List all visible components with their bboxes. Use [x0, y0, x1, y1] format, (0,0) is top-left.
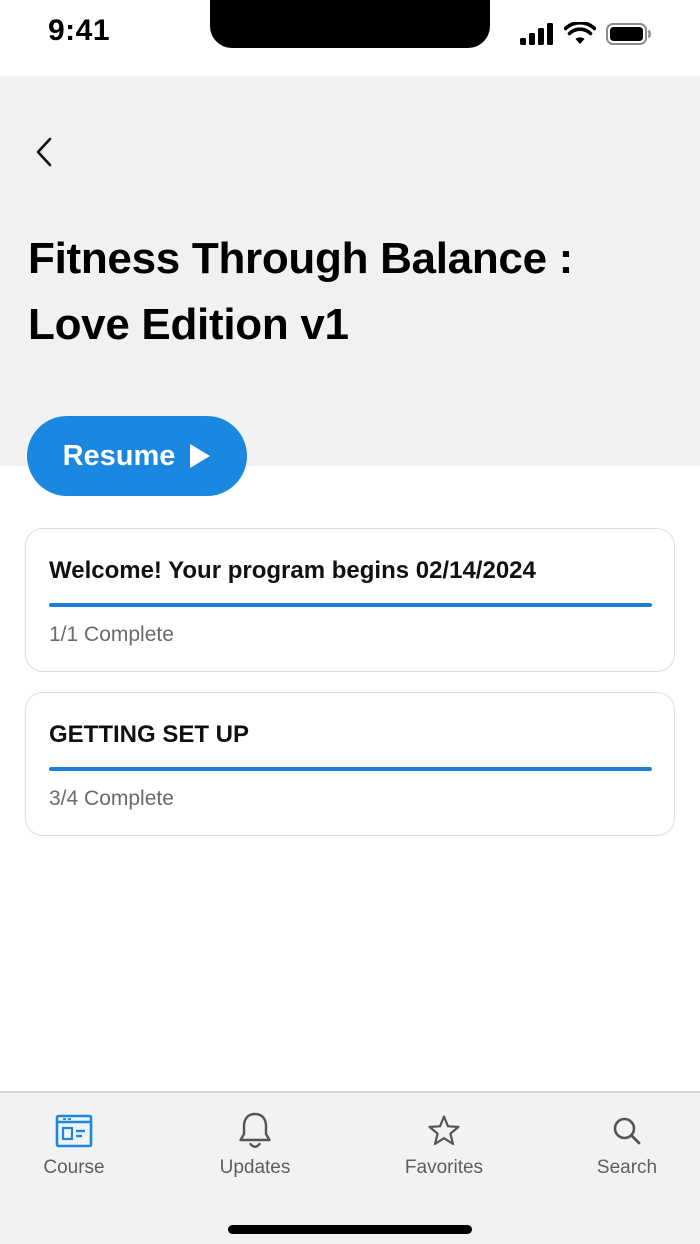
search-icon	[613, 1117, 641, 1145]
device-notch	[210, 0, 490, 48]
page-title: Fitness Through Balance : Love Edition v…	[28, 234, 574, 349]
status-time: 9:41	[48, 14, 111, 47]
module-title: GETTING SET UP	[49, 721, 250, 748]
module-status: 1/1 Complete	[49, 623, 174, 646]
tab-favorites-label: Favorites	[404, 1157, 484, 1178]
star-icon	[428, 1115, 460, 1146]
tab-course[interactable]: Course	[9, 1111, 139, 1181]
tab-bar: Course Updates Favorites Search	[0, 1091, 700, 1244]
module-status: 3/4 Complete	[49, 787, 174, 810]
status-icons	[520, 20, 652, 48]
module-progress-fill	[49, 767, 652, 771]
tab-search-label: Search	[596, 1157, 658, 1178]
resume-button[interactable]: Resume	[27, 416, 247, 496]
status-bar: 9:41	[0, 0, 700, 76]
wifi-icon	[564, 22, 596, 44]
module-title: Welcome! Your program begins 02/14/2024	[49, 557, 536, 584]
home-indicator	[228, 1225, 472, 1234]
battery-icon	[606, 23, 651, 45]
tab-course-label: Course	[43, 1157, 105, 1178]
module-card[interactable]: GETTING SET UP 3/4 Complete	[25, 692, 675, 836]
course-icon	[55, 1114, 93, 1148]
tab-updates-label: Updates	[219, 1157, 291, 1178]
chevron-left-icon	[36, 137, 52, 167]
resume-button-label: Resume	[62, 439, 176, 472]
bell-icon	[239, 1112, 271, 1148]
module-progress-bar	[49, 767, 652, 771]
tab-search[interactable]: Search	[562, 1111, 692, 1181]
module-progress-bar	[49, 603, 652, 607]
module-progress-fill	[49, 603, 652, 607]
tab-favorites[interactable]: Favorites	[379, 1111, 509, 1181]
play-icon	[190, 444, 211, 468]
back-button[interactable]	[24, 132, 64, 172]
module-card[interactable]: Welcome! Your program begins 02/14/2024 …	[25, 528, 675, 672]
tab-updates[interactable]: Updates	[190, 1111, 320, 1181]
cellular-signal-icon	[520, 23, 553, 45]
